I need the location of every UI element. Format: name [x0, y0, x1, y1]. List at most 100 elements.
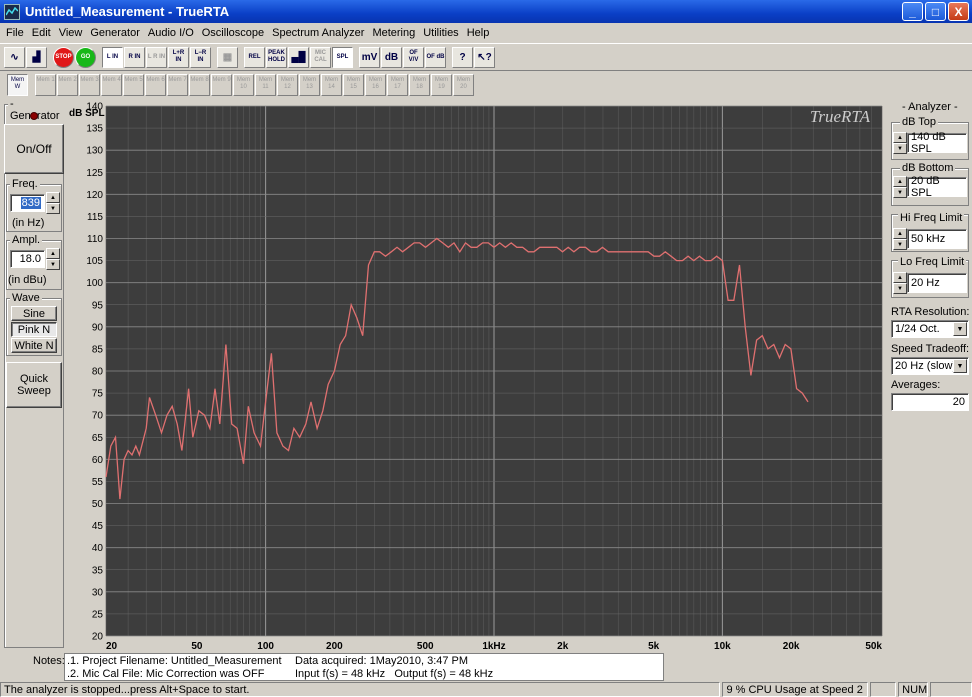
memory-1-button[interactable]: Mem 1 — [35, 74, 56, 96]
freq-spinner[interactable]: ▲ ▼ — [46, 192, 60, 214]
memory-12-button[interactable]: Mem 12 — [277, 74, 298, 96]
db-top-input[interactable]: 140 dB SPL — [907, 131, 967, 155]
y-tick-label: 20 — [92, 632, 104, 643]
x-tick-label: 200 — [326, 641, 343, 652]
menu-generator[interactable]: Generator — [86, 27, 144, 39]
menu-edit[interactable]: Edit — [28, 27, 55, 39]
memory-15-button[interactable]: Mem 15 — [343, 74, 364, 96]
hi-freq-spinner[interactable]: ▲ ▼ — [893, 228, 907, 250]
left-in-button[interactable]: L IN — [102, 46, 123, 68]
wave-pink-noise-button[interactable]: Pink N — [11, 322, 57, 337]
db-bottom-spinner[interactable]: ▲ ▼ — [893, 176, 907, 198]
memory-6-button[interactable]: Mem 6 — [145, 74, 166, 96]
spectrum-icon[interactable]: ▟ — [26, 46, 47, 68]
memory-w-button[interactable]: Mem W — [7, 74, 28, 96]
db-top-spinner[interactable]: ▲ ▼ — [893, 132, 907, 154]
rel-button[interactable]: REL — [244, 46, 265, 68]
close-button[interactable]: X — [948, 2, 969, 21]
lo-freq-input[interactable]: 20 Hz — [907, 273, 967, 293]
l-minus-r-in-button[interactable]: L−R IN — [190, 46, 211, 68]
menu-audio-io[interactable]: Audio I/O — [144, 27, 198, 39]
spin-up-icon[interactable]: ▲ — [46, 192, 60, 203]
memory-11-button[interactable]: Mem 11 — [255, 74, 276, 96]
notes-label: Notes: — [33, 655, 65, 667]
chevron-down-icon[interactable]: ▼ — [953, 322, 967, 336]
lo-freq-spinner[interactable]: ▲ ▼ — [893, 272, 907, 294]
wave-sine-button[interactable]: Sine — [11, 306, 57, 321]
spin-down-icon[interactable]: ▼ — [893, 283, 907, 294]
spin-up-icon[interactable]: ▲ — [893, 228, 907, 239]
menu-view[interactable]: View — [55, 27, 87, 39]
generator-onoff-button[interactable]: On/Off — [4, 124, 64, 174]
memory-18-button[interactable]: Mem 18 — [409, 74, 430, 96]
l-plus-r-in-button[interactable]: L+R IN — [168, 46, 189, 68]
memory-2-button[interactable]: Mem 2 — [57, 74, 78, 96]
memory-4-button[interactable]: Mem 4 — [101, 74, 122, 96]
x-tick-label: 100 — [257, 641, 274, 652]
status-pane-empty — [870, 682, 897, 697]
db-bottom-input[interactable]: 20 dB SPL — [907, 175, 967, 199]
averages-input[interactable]: 20 — [891, 393, 969, 411]
spin-up-icon[interactable]: ▲ — [46, 248, 60, 259]
menu-file[interactable]: File — [2, 27, 28, 39]
ampl-spinner[interactable]: ▲ ▼ — [46, 248, 60, 270]
memory-8-button[interactable]: Mem 8 — [189, 74, 210, 96]
stop-button[interactable]: STOP — [53, 46, 74, 68]
help-icon[interactable]: ? — [452, 46, 473, 68]
bars-button[interactable]: ▄█ — [288, 46, 309, 68]
notes-box[interactable]: .1. Project Filename: Untitled_Measureme… — [64, 653, 664, 681]
memory-19-button[interactable]: Mem 19 — [431, 74, 452, 96]
menu-spectrum-analyzer[interactable]: Spectrum Analyzer — [268, 27, 368, 39]
spin-down-icon[interactable]: ▼ — [893, 187, 907, 198]
db-button[interactable]: dB — [381, 46, 402, 68]
l-r-in-button[interactable]: L R IN — [146, 46, 167, 68]
spin-up-icon[interactable]: ▲ — [893, 176, 907, 187]
spin-down-icon[interactable]: ▼ — [46, 259, 60, 270]
spl-button[interactable]: SPL — [332, 46, 353, 68]
hi-freq-input[interactable]: 50 kHz — [907, 229, 967, 249]
of-db-button[interactable]: OF dB — [425, 46, 446, 68]
menu-help[interactable]: Help — [463, 27, 494, 39]
context-help-icon[interactable]: ↖? — [474, 46, 495, 68]
memory-9-button[interactable]: Mem 9 — [211, 74, 232, 96]
maximize-button[interactable]: □ — [925, 2, 946, 21]
memory-10-button[interactable]: Mem 10 — [233, 74, 254, 96]
spin-up-icon[interactable]: ▲ — [893, 132, 907, 143]
minimize-button[interactable]: _ — [902, 2, 923, 21]
menu-oscilloscope[interactable]: Oscilloscope — [198, 27, 268, 39]
go-button[interactable]: GO — [75, 46, 96, 68]
mic-cal-button[interactable]: MIC CAL — [310, 46, 331, 68]
rta-resolution-select[interactable]: 1/24 Oct. ▼ — [891, 320, 969, 338]
memory-17-button[interactable]: Mem 17 — [387, 74, 408, 96]
mv-button[interactable]: mV — [359, 46, 380, 68]
freq-input[interactable]: 839 — [10, 194, 45, 212]
menu-utilities[interactable]: Utilities — [419, 27, 462, 39]
quick-sweep-button[interactable]: Quick Sweep — [6, 362, 62, 408]
sine-wave-icon[interactable]: ∿ — [4, 46, 25, 68]
of-vv-button[interactable]: OF V/V — [403, 46, 424, 68]
grid-icon[interactable]: ▦ — [217, 46, 238, 68]
memory-5-button[interactable]: Mem 5 — [123, 74, 144, 96]
status-message: The analyzer is stopped...press Alt+Spac… — [0, 682, 721, 697]
memory-13-button[interactable]: Mem 13 — [299, 74, 320, 96]
wave-white-noise-button[interactable]: White N — [11, 338, 57, 353]
spin-down-icon[interactable]: ▼ — [893, 143, 907, 154]
memory-bar: Mem W Mem 1 Mem 2 Mem 3 Mem 4 Mem 5 Mem 6 Mem 7… — [0, 72, 972, 98]
ampl-input[interactable]: 18.0 — [10, 250, 45, 268]
memory-14-button[interactable]: Mem 14 — [321, 74, 342, 96]
memory-20-button[interactable]: Mem 20 — [453, 74, 474, 96]
spin-down-icon[interactable]: ▼ — [46, 203, 60, 214]
memory-7-button[interactable]: Mem 7 — [167, 74, 188, 96]
y-tick-label: 25 — [92, 609, 104, 620]
peak-hold-button[interactable]: PEAK HOLD — [266, 46, 287, 68]
app-icon[interactable] — [4, 3, 20, 20]
spin-down-icon[interactable]: ▼ — [893, 239, 907, 250]
data-acquired-text: Data acquired: 1May2010, 3:47 PM — [295, 655, 469, 667]
chevron-down-icon[interactable]: ▼ — [953, 359, 967, 373]
memory-16-button[interactable]: Mem 16 — [365, 74, 386, 96]
right-in-button[interactable]: R IN — [124, 46, 145, 68]
spin-up-icon[interactable]: ▲ — [893, 272, 907, 283]
speed-tradeoff-select[interactable]: 20 Hz (slow) ▼ — [891, 357, 969, 375]
menu-metering[interactable]: Metering — [368, 27, 419, 39]
memory-3-button[interactable]: Mem 3 — [79, 74, 100, 96]
